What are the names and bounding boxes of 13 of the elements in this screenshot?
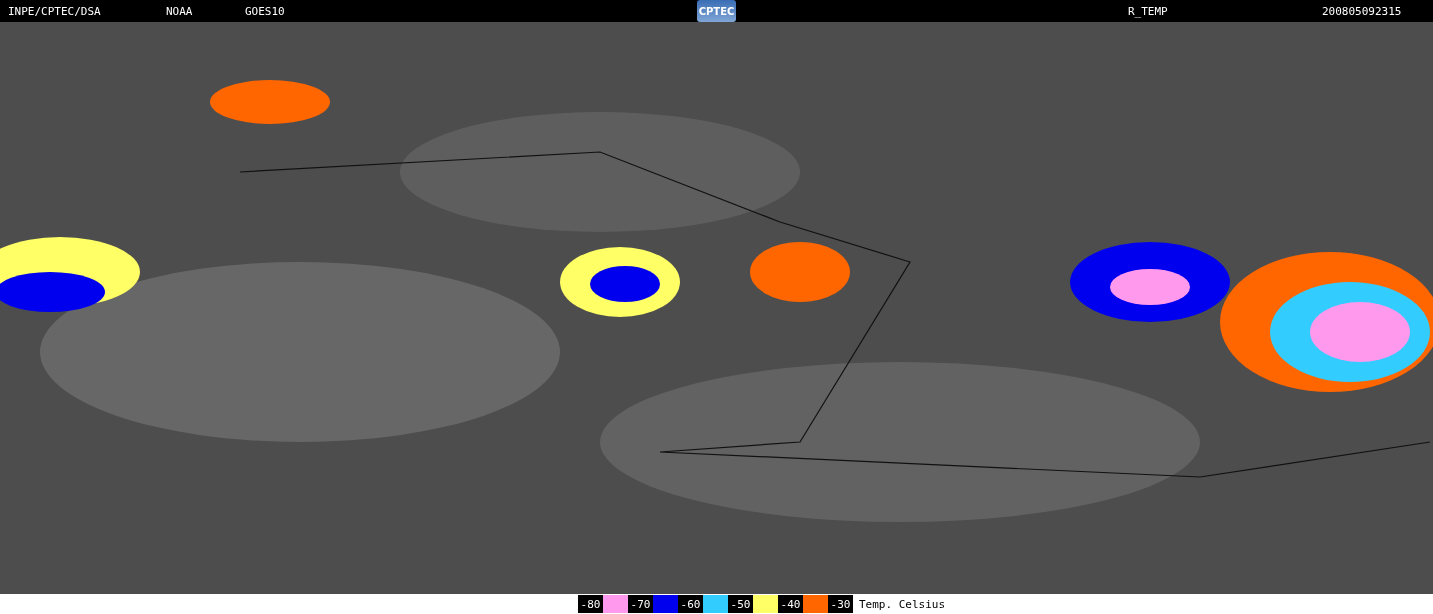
legend-label: -80 bbox=[578, 595, 603, 613]
legend-caption: Temp. Celsius bbox=[859, 597, 946, 611]
legend-label: -70 bbox=[628, 595, 653, 613]
timestamp-label: 200805092315 bbox=[1322, 4, 1402, 18]
satellite-label: GOES10 bbox=[245, 4, 285, 18]
legend-label: -50 bbox=[728, 595, 753, 613]
legend-label: -60 bbox=[678, 595, 703, 613]
product-label: R_TEMP bbox=[1128, 4, 1168, 18]
source-label: INPE/CPTEC/DSA bbox=[8, 4, 101, 18]
legend-label: -30 bbox=[828, 595, 853, 613]
legend-label: -40 bbox=[778, 595, 803, 613]
logo: CPTEC bbox=[697, 0, 736, 22]
agency-label: NOAA bbox=[166, 4, 193, 18]
